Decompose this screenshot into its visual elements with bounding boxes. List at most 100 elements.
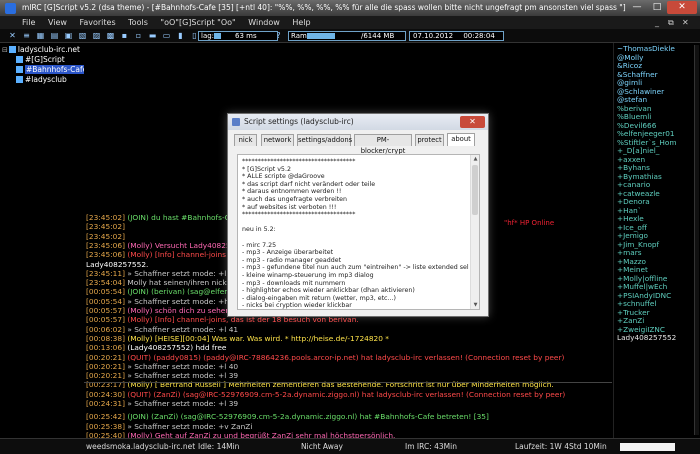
about-text-line: - mirc 7.25 (242, 241, 277, 249)
chat-text: (Lady408257552) hdd free (127, 343, 227, 353)
chat-timestamp: [00:24:31] (86, 399, 125, 408)
window-title: mIRC [G]Script v5.2 (dsa theme) - [#Bahn… (22, 3, 626, 12)
nick-list-item[interactable]: +_D[a]niel_ (617, 147, 659, 155)
collapse-icon[interactable]: ⊟ (2, 46, 8, 54)
about-text-line: * auch das ungefragte verbreiten (242, 196, 348, 203)
status-uptime: Laufzeit: 1W 4Std 10Min (515, 442, 607, 451)
menu-favorites[interactable]: Favorites (79, 18, 115, 27)
nick-list-item[interactable]: +Denora (617, 198, 650, 206)
menu-gscript[interactable]: "oO"[G]Script "Oo" (160, 18, 235, 27)
about-text-scrollbar[interactable]: ▲ ▼ (470, 155, 479, 309)
tab-network[interactable]: network (261, 134, 294, 146)
chat-text: (QUIT) (paddy0815) (paddy@IRC-78864236.p… (127, 352, 565, 362)
window-titlebar: mIRC [G]Script v5.2 (dsa theme) - [#Bahn… (0, 0, 700, 16)
about-text-line: - mp3 - downloads mit nummern (242, 279, 346, 287)
mdi-close-icon[interactable]: ✕ (682, 16, 689, 29)
tree-item-ladysclub[interactable]: #ladysclub (16, 75, 67, 84)
nick-list-item[interactable]: +schnuffel (617, 300, 656, 308)
about-text-line: neu in 5.2: (242, 226, 276, 234)
mirc-app-icon (5, 3, 16, 14)
chat-text: (Molly) [Info] channel-joins (127, 250, 227, 260)
lag-meter: lag: 63 ms (198, 31, 278, 41)
maximize-icon[interactable]: □ (647, 1, 667, 14)
dcc-send-icon[interactable]: ▩ (106, 31, 115, 40)
url-icon[interactable]: ▬ (148, 31, 157, 40)
minimize-icon[interactable]: — (627, 1, 647, 14)
nick-list-item[interactable]: +Jemigo (617, 232, 648, 240)
treebar: ⊟ ladysclub-irc.net #[G]Script #Bahnhofs-… (0, 43, 89, 193)
tree-item-gscript[interactable]: #[G]Script (16, 55, 65, 64)
chat-text: (JOIN) (ZanZi) (sag@IRC-52976909.cm-5-2a… (127, 412, 489, 422)
menu-tools[interactable]: Tools (128, 18, 148, 27)
about-text-line: * daraus entnommen werden !! (242, 188, 342, 196)
chat-timestamp: [23:45:06] (86, 250, 125, 260)
dialog-title: Script settings (ladysclub-irc) (244, 117, 354, 126)
scroll-up-icon[interactable]: ▲ (472, 156, 479, 162)
nick-list-item[interactable]: +canario (617, 181, 650, 189)
dialog-close-icon[interactable]: ✕ (460, 116, 485, 128)
chat-timestamp: [00:25:42] (86, 412, 125, 422)
chat-line: [00:08:38] (Molly) [HEISE][00:04] Was wa… (86, 334, 610, 343)
nick-list-item[interactable]: +mars (617, 249, 642, 257)
nick-list-item[interactable]: +Hexle (617, 215, 644, 223)
nick-list-scrollbar[interactable] (694, 45, 699, 435)
users-icon[interactable]: ▣ (64, 31, 73, 40)
channels-icon[interactable]: ▤ (50, 31, 59, 40)
nick-list-item[interactable]: +ZanZi (617, 317, 644, 325)
chat-line: [00:24:31] » Schaffner setzt mode: +l 39 (86, 399, 610, 408)
menu-view[interactable]: View (48, 18, 67, 27)
status-redacted-block (620, 443, 675, 451)
scripts-icon[interactable]: ▧ (78, 31, 87, 40)
about-text-line: * ALLE scripte @daGroove (242, 173, 325, 181)
scroll-thumb[interactable] (472, 165, 478, 215)
connect-icon[interactable]: ≡ (22, 31, 31, 40)
mdi-restore-icon[interactable]: ⧉ (668, 16, 674, 29)
address-book-icon[interactable]: ▨ (92, 31, 101, 40)
tab-protect[interactable]: protect (415, 134, 444, 146)
nick-list-item[interactable]: @gimli (617, 79, 642, 87)
about-text-line: - nicks bei cryption wieder klickbar (242, 302, 352, 310)
status-irc-time: Im IRC: 43Min (405, 442, 457, 451)
about-text-line: - kleine winamp-steuerung im mp3 dialog (242, 272, 374, 279)
nick-list[interactable]: ~ThomasDiekle @Molly &Ricoz &Schaffner @giml… (613, 43, 700, 438)
disconnect-icon[interactable]: ✕ (8, 31, 17, 40)
tab-settings-addons[interactable]: settings/addons (297, 134, 352, 146)
chat-text: » Schaffner setzt mode: +v ZanZi (127, 421, 253, 431)
chat-line: [00:24:30] (QUIT) (ZanZi) (sag@IRC-52976… (86, 390, 610, 399)
nick-list-item[interactable]: ~ThomasDiekle (617, 45, 675, 53)
nick-list-item[interactable]: Lady408257552 (617, 334, 676, 342)
nick-list-item[interactable]: +Meinet (617, 266, 648, 274)
tree-item-label: #[G]Script (25, 55, 65, 64)
options-icon[interactable]: ▦ (36, 31, 45, 40)
chat-text: » Schaffner setzt mode: +l 40 (127, 268, 239, 278)
nick-list-item[interactable]: +Muffel|wEch (617, 283, 667, 291)
script-settings-dialog[interactable]: Script settings (ladysclub-irc) ✕ nick n… (227, 113, 489, 317)
status-server: weedsmoka.ladysclub-irc.net (86, 442, 196, 451)
scroll-down-icon[interactable]: ▼ (472, 302, 479, 308)
chat-timestamp: [00:25:38] (86, 421, 125, 431)
chat-line: [00:13:06] (Lady408257552) hdd free (86, 343, 610, 352)
menu-file[interactable]: File (22, 18, 35, 27)
log-icon[interactable]: ▭ (162, 31, 171, 40)
tab-nick[interactable]: nick (234, 134, 257, 146)
nick-list-item[interactable]: +Byhans (617, 164, 650, 172)
tab-about[interactable]: about (447, 133, 475, 146)
nick-list-item[interactable]: %Bluemli (617, 113, 651, 121)
nick-list-item[interactable]: %elfenjeeger01 (617, 130, 675, 138)
status-bar: weedsmoka.ladysclub-irc.net Idle: 14Min … (0, 438, 700, 454)
chat-timestamp: [00:05:57] (86, 315, 125, 325)
ram-fill (307, 33, 335, 39)
about-text-area[interactable]: ************************************ * [G… (237, 154, 480, 310)
tree-item-bahnhofs-cafe[interactable]: #Bahnhofs-Cafe (16, 65, 89, 74)
close-icon[interactable]: ✕ (667, 1, 697, 14)
tab-pm-blocker-crypt[interactable]: PM-blocker/crypt (354, 134, 412, 155)
menu-window[interactable]: Window (248, 18, 280, 27)
mdi-minimize-icon[interactable]: _ (655, 16, 659, 29)
menu-help[interactable]: Help (292, 18, 310, 27)
received-files-icon[interactable]: ▮ (176, 31, 185, 40)
tree-server-node[interactable]: ⊟ ladysclub-irc.net (2, 45, 80, 55)
notify-icon[interactable]: ▫ (134, 31, 143, 40)
nick-list-item[interactable]: @stefan (617, 96, 647, 104)
dcc-chat-icon[interactable]: ▪ (120, 31, 129, 40)
nick-list-item[interactable]: &Ricoz (617, 62, 642, 70)
